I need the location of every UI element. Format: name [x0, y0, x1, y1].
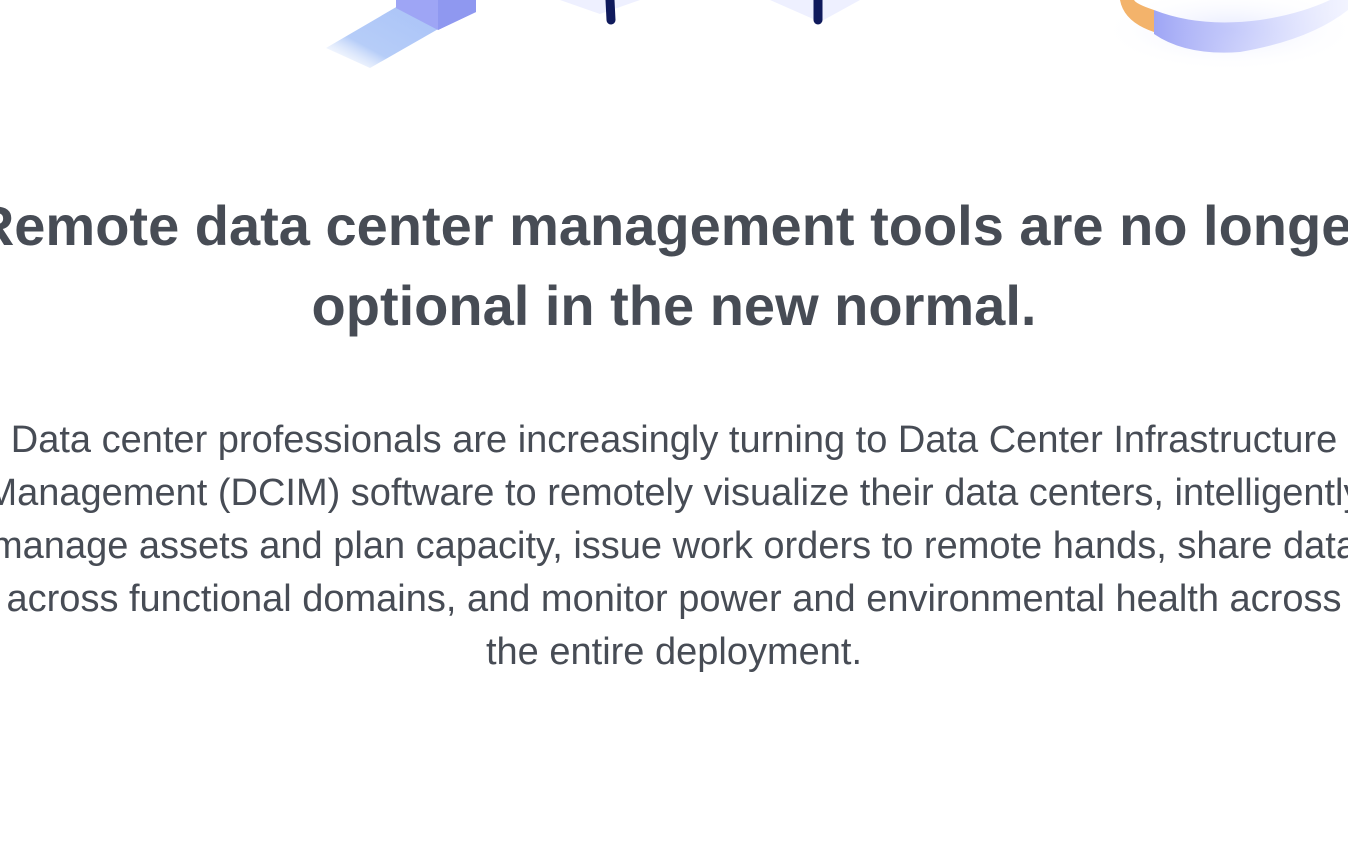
paragraph-line: the entire deployment. [485, 631, 862, 673]
cable-icon [560, 0, 640, 25]
page: Remote data center management tools are … [0, 0, 1348, 858]
headline-line: optional in the new normal. [311, 274, 1037, 337]
paragraph-line: Data center professionals are increasing… [10, 419, 1338, 461]
headline-line: Remote data center management tools are … [0, 194, 1348, 257]
paragraph-line: manage assets and plan capacity, issue w… [0, 525, 1348, 567]
pie-chart-icon [1100, 0, 1348, 72]
intro-paragraph: Data center professionals are increasing… [0, 414, 1348, 679]
paragraph-line: across functional domains, and monitor p… [6, 578, 1342, 620]
paragraph-line: Management (DCIM) software to remotely v… [0, 472, 1348, 514]
server-block-icon [326, 0, 476, 68]
cable-icon [770, 0, 860, 25]
hero-illustration [326, 0, 1348, 72]
page-headline: Remote data center management tools are … [0, 186, 1348, 346]
